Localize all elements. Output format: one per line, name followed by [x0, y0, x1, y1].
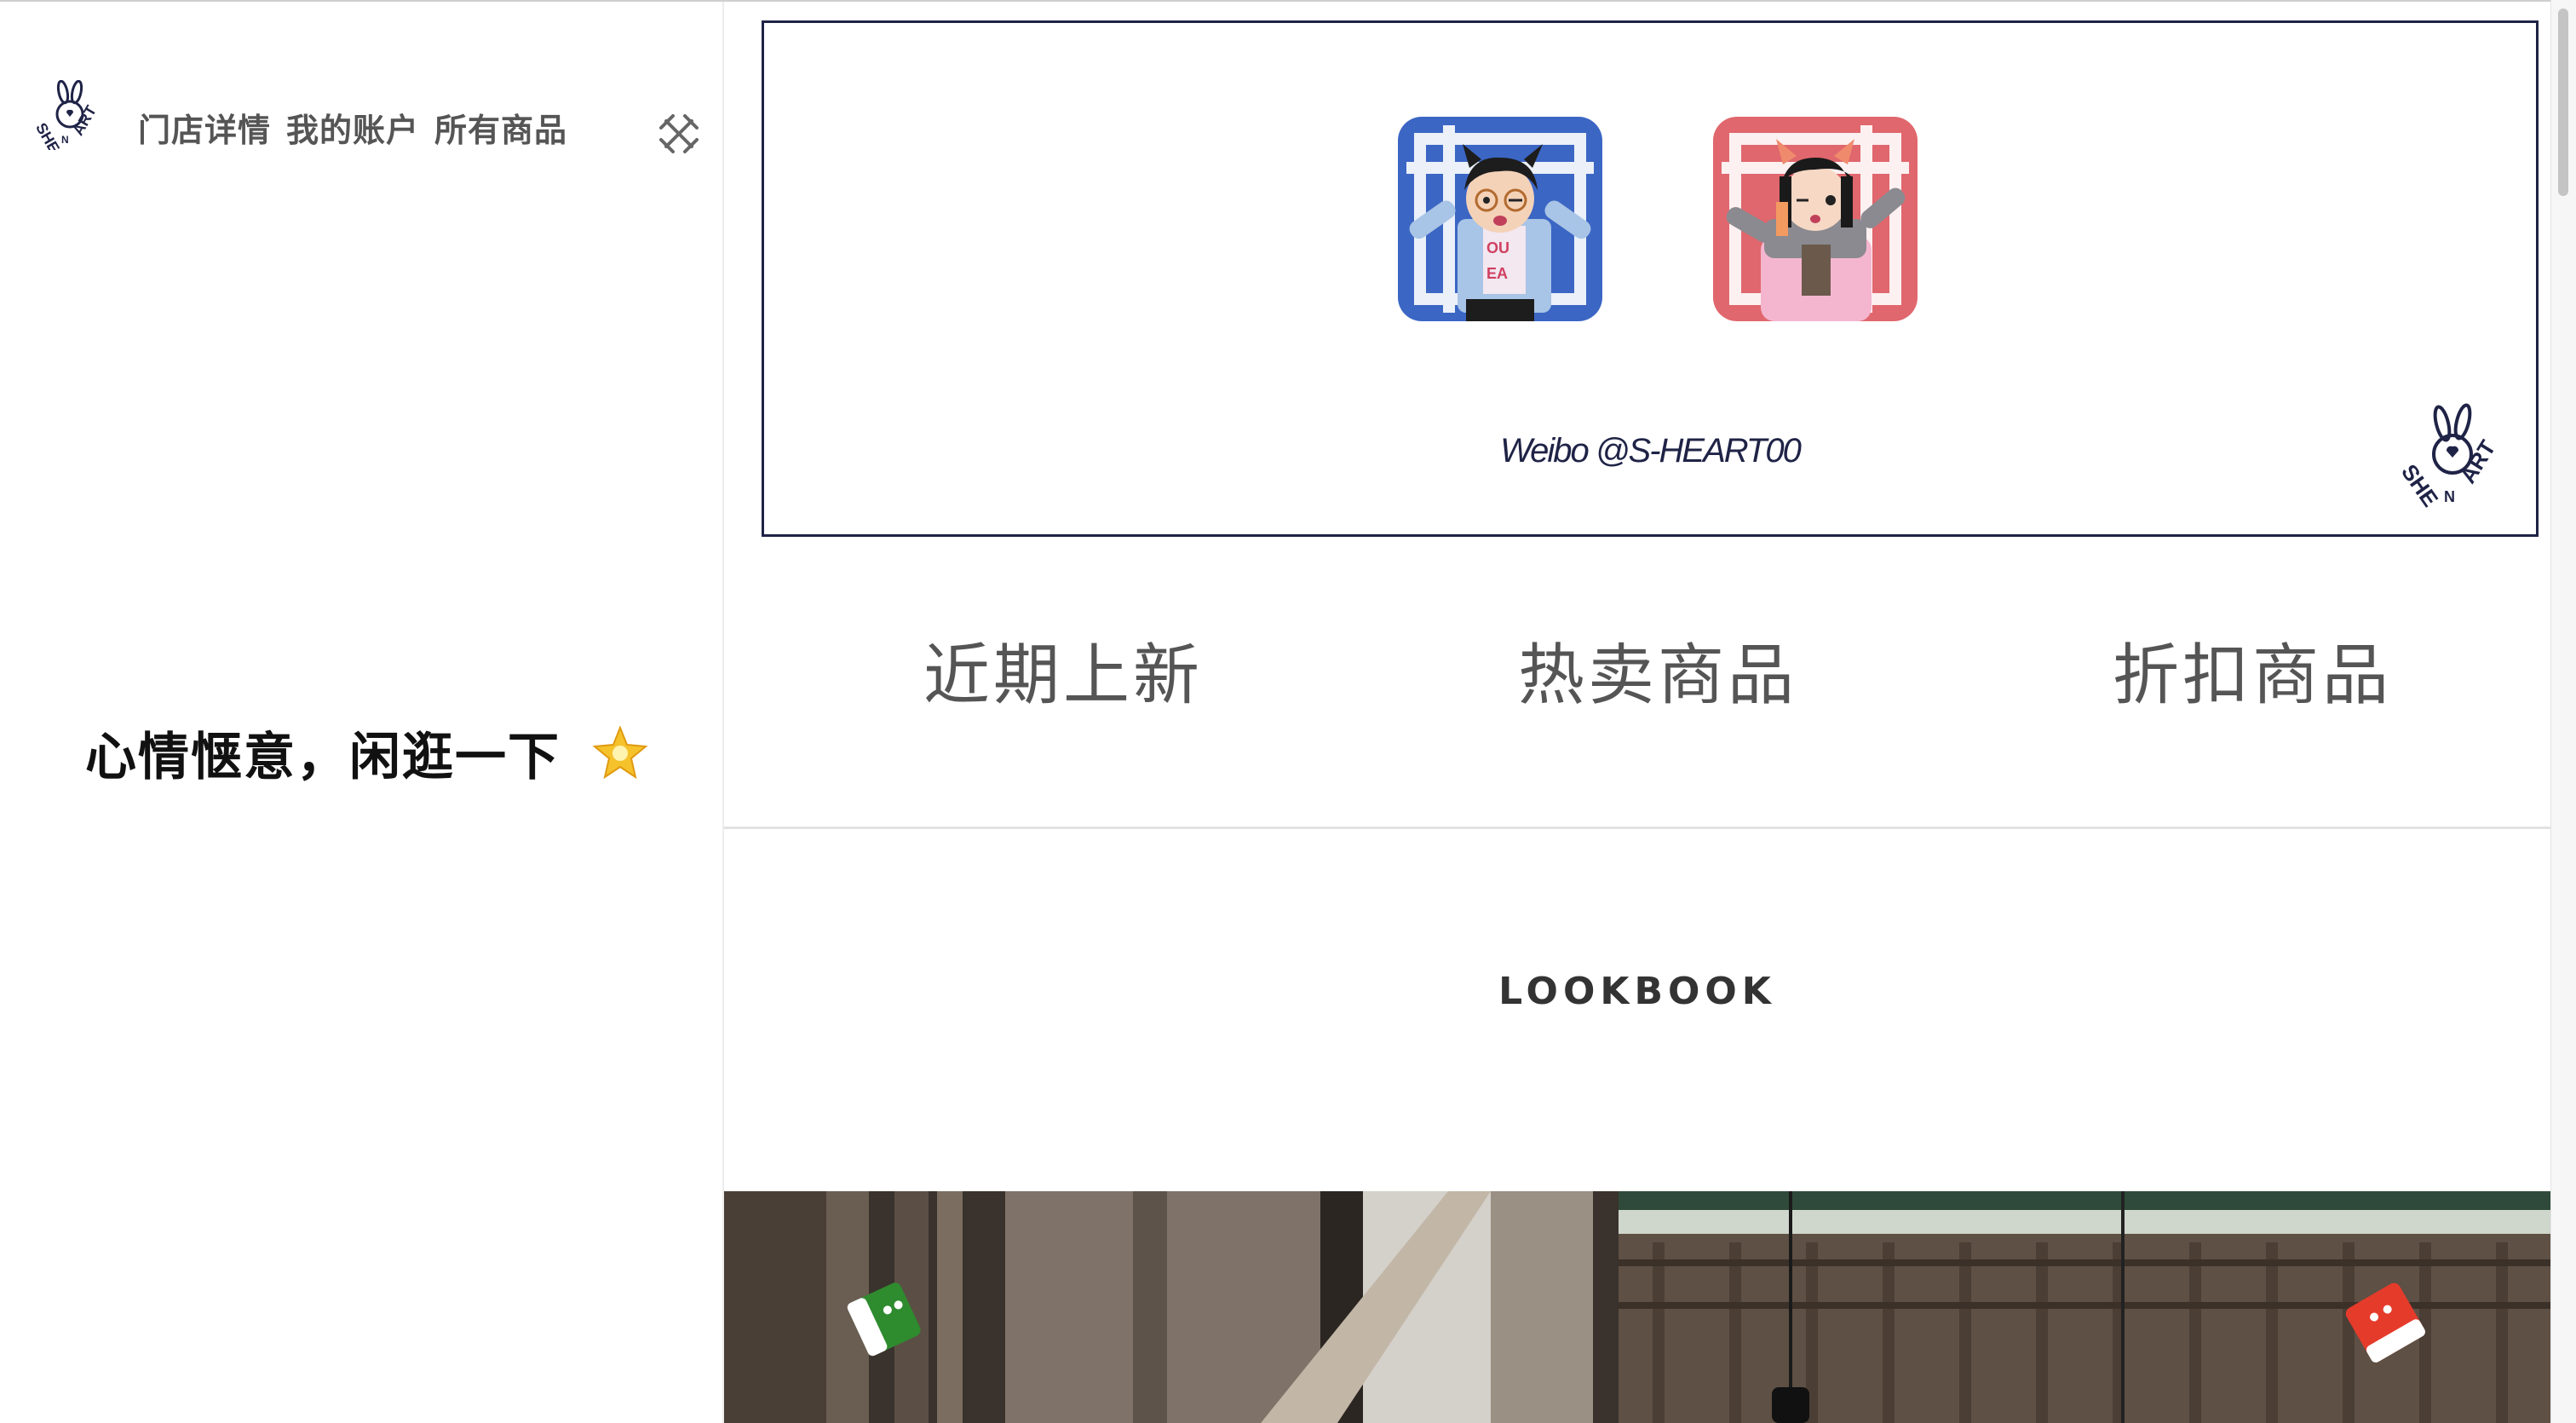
sidebar: SHE ART N 门店详情 我的账户 所有商品 心情惬意，闲逛一下 [0, 2, 722, 1423]
svg-text:N: N [61, 134, 69, 146]
brand-logo[interactable]: SHE ART N [29, 79, 111, 156]
green-sticker-icon[interactable] [843, 1278, 925, 1360]
hero-banner[interactable]: OU EA Weibo @S-HEART00 SHE ART N [762, 20, 2539, 537]
nav-all-products[interactable]: 所有商品 [434, 104, 567, 151]
scroll-thumb[interactable] [2558, 9, 2568, 196]
weibo-handle[interactable]: Weibo @S-HEART00 [764, 432, 2536, 470]
svg-text:ART: ART [2455, 435, 2501, 487]
red-sticker-icon[interactable] [2341, 1278, 2429, 1367]
svg-text:N: N [2444, 488, 2455, 505]
svg-text:OU: OU [1486, 239, 1509, 256]
svg-text:SHE: SHE [32, 120, 63, 150]
tab-best-sellers[interactable]: 热卖商品 [1518, 622, 1797, 717]
avatar-boy[interactable]: OU EA [1398, 117, 1602, 321]
product-tabs: 近期上新 热卖商品 折扣商品 [762, 622, 2539, 716]
top-nav: 门店详情 我的账户 所有商品 [138, 104, 567, 151]
page-scrollbar[interactable] [2550, 0, 2576, 1423]
tagline: 心情惬意，闲逛一下 [85, 716, 649, 790]
tagline-text: 心情惬意，闲逛一下 [85, 728, 561, 787]
close-icon[interactable] [656, 111, 702, 157]
banner-logo: SHE ART N [2391, 401, 2510, 512]
lookbook-photo[interactable] [724, 1191, 2550, 1423]
avatar-girl[interactable] [1713, 117, 1918, 321]
tab-discount[interactable]: 折扣商品 [2113, 622, 2392, 717]
lookbook-title: LOOKBOOK [1498, 970, 1776, 1013]
svg-text:ART: ART [69, 102, 100, 138]
glowing-star-icon [591, 724, 649, 782]
section-divider [724, 827, 2550, 829]
svg-text:SHE: SHE [2396, 459, 2443, 511]
svg-text:EA: EA [1486, 265, 1508, 282]
nav-store-details[interactable]: 门店详情 [138, 104, 271, 151]
tab-new-arrivals[interactable]: 近期上新 [923, 622, 1203, 717]
nav-my-account[interactable]: 我的账户 [286, 104, 419, 151]
